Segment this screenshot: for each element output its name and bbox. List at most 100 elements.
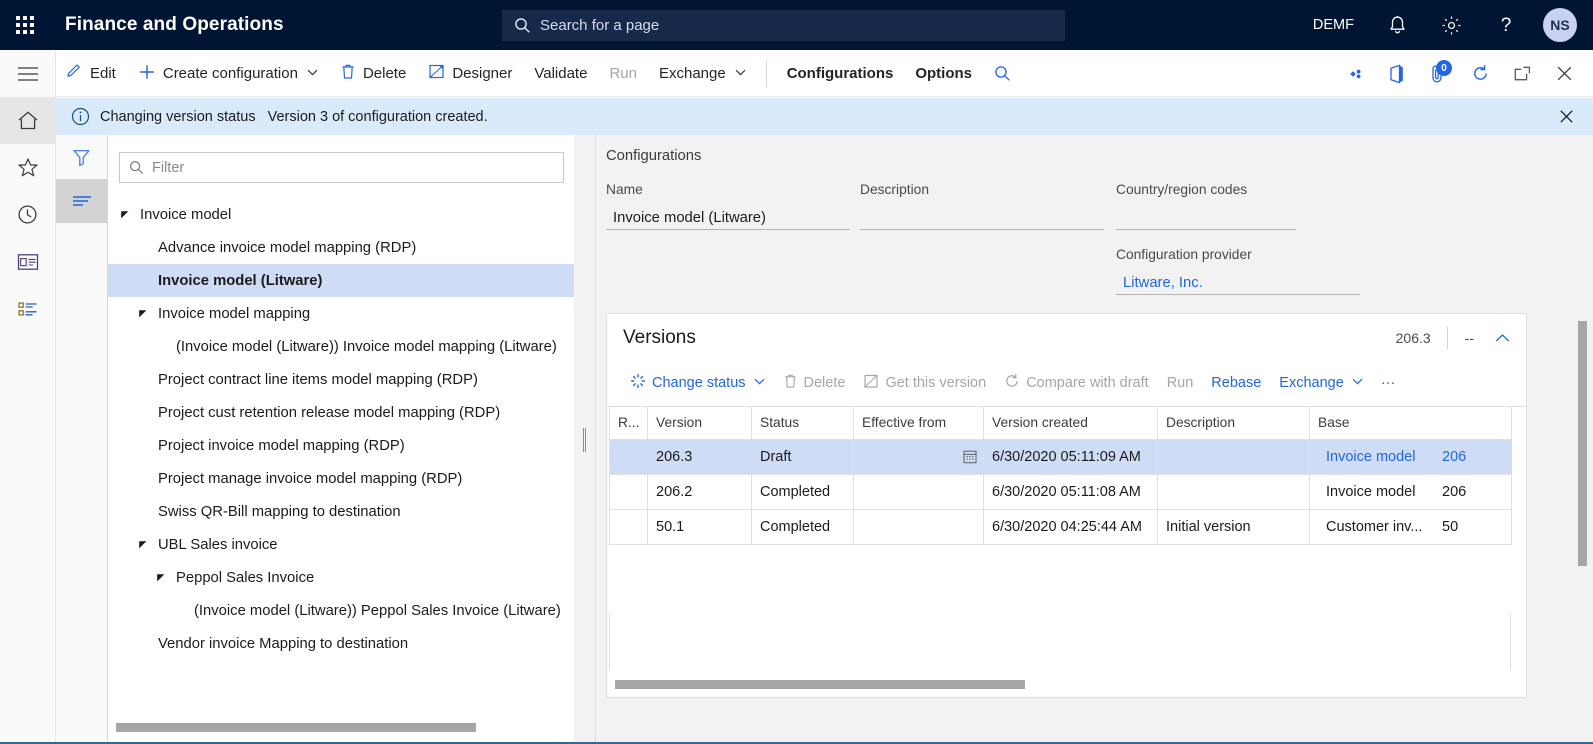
cell-description[interactable] bbox=[1158, 474, 1310, 509]
tree-node[interactable]: Project cust retention release model map… bbox=[108, 396, 574, 429]
versions-column-header[interactable]: Status bbox=[752, 407, 854, 439]
modules-icon[interactable] bbox=[0, 285, 55, 332]
filter-box[interactable] bbox=[119, 152, 564, 183]
versions-overflow-button[interactable]: ··· bbox=[1372, 361, 1405, 404]
filter-input[interactable] bbox=[152, 160, 532, 176]
cell-effective-from[interactable] bbox=[854, 439, 984, 474]
calendar-icon[interactable] bbox=[963, 449, 977, 468]
exchange-button[interactable]: Exchange bbox=[648, 50, 757, 97]
content-scrollbar-thumb[interactable] bbox=[1578, 321, 1587, 566]
bell-icon[interactable] bbox=[1371, 0, 1424, 50]
tree-node[interactable]: Peppol Sales Invoice bbox=[108, 561, 574, 594]
tree-node[interactable]: Project contract line items model mappin… bbox=[108, 363, 574, 396]
delete-button[interactable]: Delete bbox=[329, 50, 417, 97]
versions-exchange-button[interactable]: Exchange bbox=[1270, 361, 1372, 404]
list-lines-icon[interactable] bbox=[56, 179, 107, 223]
validate-button[interactable]: Validate bbox=[523, 50, 598, 97]
tree-node[interactable]: Invoice model bbox=[108, 198, 574, 231]
cell-description[interactable] bbox=[1158, 439, 1310, 474]
cell-version-created[interactable]: 6/30/2020 05:11:09 AM bbox=[984, 439, 1158, 474]
cell-status[interactable]: Completed bbox=[752, 474, 854, 509]
avatar[interactable]: NS bbox=[1543, 8, 1577, 42]
cell-version-created[interactable]: 6/30/2020 05:11:08 AM bbox=[984, 474, 1158, 509]
create-configuration-button[interactable]: Create configuration bbox=[127, 50, 329, 97]
cell-row-marker[interactable] bbox=[610, 509, 648, 544]
hamburger-menu-icon[interactable] bbox=[0, 50, 55, 97]
change-status-button[interactable]: Change status bbox=[621, 361, 774, 404]
versions-column-header[interactable]: Base bbox=[1310, 407, 1512, 439]
name-field-value[interactable]: Invoice model (Litware) bbox=[606, 204, 850, 230]
designer-button[interactable]: Designer bbox=[417, 50, 523, 97]
attachments-icon[interactable]: 0 bbox=[1417, 50, 1459, 97]
chevron-expanded-icon[interactable] bbox=[152, 573, 170, 583]
chevron-expanded-icon[interactable] bbox=[134, 309, 152, 319]
filter-funnel-icon[interactable] bbox=[56, 135, 107, 179]
command-search-icon[interactable] bbox=[983, 50, 1022, 97]
tree-node[interactable]: Advance invoice model mapping (RDP) bbox=[108, 231, 574, 264]
versions-column-header[interactable]: Description bbox=[1158, 407, 1310, 439]
chevron-expanded-icon[interactable] bbox=[134, 540, 152, 550]
versions-horizontal-scrollbar[interactable] bbox=[615, 680, 1518, 689]
tree-horizontal-scrollbar[interactable] bbox=[116, 723, 571, 732]
cell-effective-from[interactable] bbox=[854, 509, 984, 544]
versions-scrollbar-thumb[interactable] bbox=[615, 680, 1025, 689]
cell-version-created[interactable]: 6/30/2020 04:25:44 AM bbox=[984, 509, 1158, 544]
tab-configurations[interactable]: Configurations bbox=[776, 50, 905, 97]
global-search-input[interactable] bbox=[540, 17, 1020, 34]
tree-node[interactable]: Swiss QR-Bill mapping to destination bbox=[108, 495, 574, 528]
tree-node[interactable]: Vendor invoice Mapping to destination bbox=[108, 627, 574, 660]
cell-description[interactable]: Initial version bbox=[1158, 509, 1310, 544]
cell-version[interactable]: 206.2 bbox=[648, 474, 752, 509]
country-region-field-value[interactable] bbox=[1116, 204, 1296, 230]
global-search-box[interactable] bbox=[502, 10, 1065, 41]
pane-splitter[interactable] bbox=[574, 135, 596, 744]
gear-icon[interactable] bbox=[1424, 0, 1479, 50]
cell-base-name[interactable]: Invoice model bbox=[1318, 484, 1430, 500]
tab-options[interactable]: Options bbox=[904, 50, 983, 97]
tree-node[interactable]: UBL Sales invoice bbox=[108, 528, 574, 561]
cell-row-marker[interactable] bbox=[610, 474, 648, 509]
tree-node[interactable]: Project manage invoice model mapping (RD… bbox=[108, 462, 574, 495]
close-icon[interactable] bbox=[1543, 50, 1585, 97]
cell-base-name[interactable]: Invoice model bbox=[1318, 449, 1430, 465]
tree-node[interactable]: (Invoice model (Litware)) Invoice model … bbox=[108, 330, 574, 363]
home-icon[interactable] bbox=[0, 97, 55, 144]
clock-icon[interactable] bbox=[0, 191, 55, 238]
cell-base-name[interactable]: Customer inv... bbox=[1318, 519, 1430, 535]
cell-base[interactable]: Invoice model206 bbox=[1310, 439, 1512, 474]
message-bar-close-icon[interactable] bbox=[1549, 98, 1583, 135]
versions-column-header[interactable]: Version created bbox=[984, 407, 1158, 439]
share-icon[interactable] bbox=[1333, 50, 1375, 97]
company-selector[interactable]: DEMF bbox=[1296, 0, 1371, 50]
description-field-value[interactable] bbox=[860, 204, 1104, 230]
table-row[interactable]: 50.1Completed 6/30/2020 04:25:44 AMInitia… bbox=[610, 509, 1512, 544]
tree-scrollbar-thumb[interactable] bbox=[116, 723, 476, 732]
versions-column-header[interactable]: R... bbox=[610, 407, 648, 439]
popout-icon[interactable] bbox=[1501, 50, 1543, 97]
tree-node[interactable]: Invoice model (Litware) bbox=[108, 264, 574, 297]
table-row[interactable]: 206.3Draft 6/30/2020 05:11:09 AM Invoice m… bbox=[610, 439, 1512, 474]
versions-column-header[interactable]: Version bbox=[648, 407, 752, 439]
rebase-button[interactable]: Rebase bbox=[1202, 361, 1270, 404]
refresh-icon[interactable] bbox=[1459, 50, 1501, 97]
tree-node[interactable]: (Invoice model (Litware)) Peppol Sales I… bbox=[108, 594, 574, 627]
workspaces-icon[interactable] bbox=[0, 238, 55, 285]
chevron-expanded-icon[interactable] bbox=[116, 210, 134, 220]
cell-base[interactable]: Invoice model206 bbox=[1310, 474, 1512, 509]
cell-status[interactable]: Draft bbox=[752, 439, 854, 474]
versions-column-header[interactable]: Effective from bbox=[854, 407, 984, 439]
app-launcher-icon[interactable] bbox=[0, 0, 50, 50]
office-apps-icon[interactable] bbox=[1375, 50, 1417, 97]
cell-version[interactable]: 206.3 bbox=[648, 439, 752, 474]
cell-version[interactable]: 50.1 bbox=[648, 509, 752, 544]
content-vertical-scrollbar[interactable] bbox=[1578, 321, 1587, 706]
cell-status[interactable]: Completed bbox=[752, 509, 854, 544]
chevron-up-icon[interactable] bbox=[1490, 333, 1514, 343]
cell-effective-from[interactable] bbox=[854, 474, 984, 509]
tree-node[interactable]: Project invoice model mapping (RDP) bbox=[108, 429, 574, 462]
cell-row-marker[interactable] bbox=[610, 439, 648, 474]
tree-node[interactable]: Invoice model mapping bbox=[108, 297, 574, 330]
question-icon[interactable]: ? bbox=[1479, 0, 1533, 50]
configuration-provider-value[interactable]: Litware, Inc. bbox=[1116, 269, 1360, 295]
star-icon[interactable] bbox=[0, 144, 55, 191]
